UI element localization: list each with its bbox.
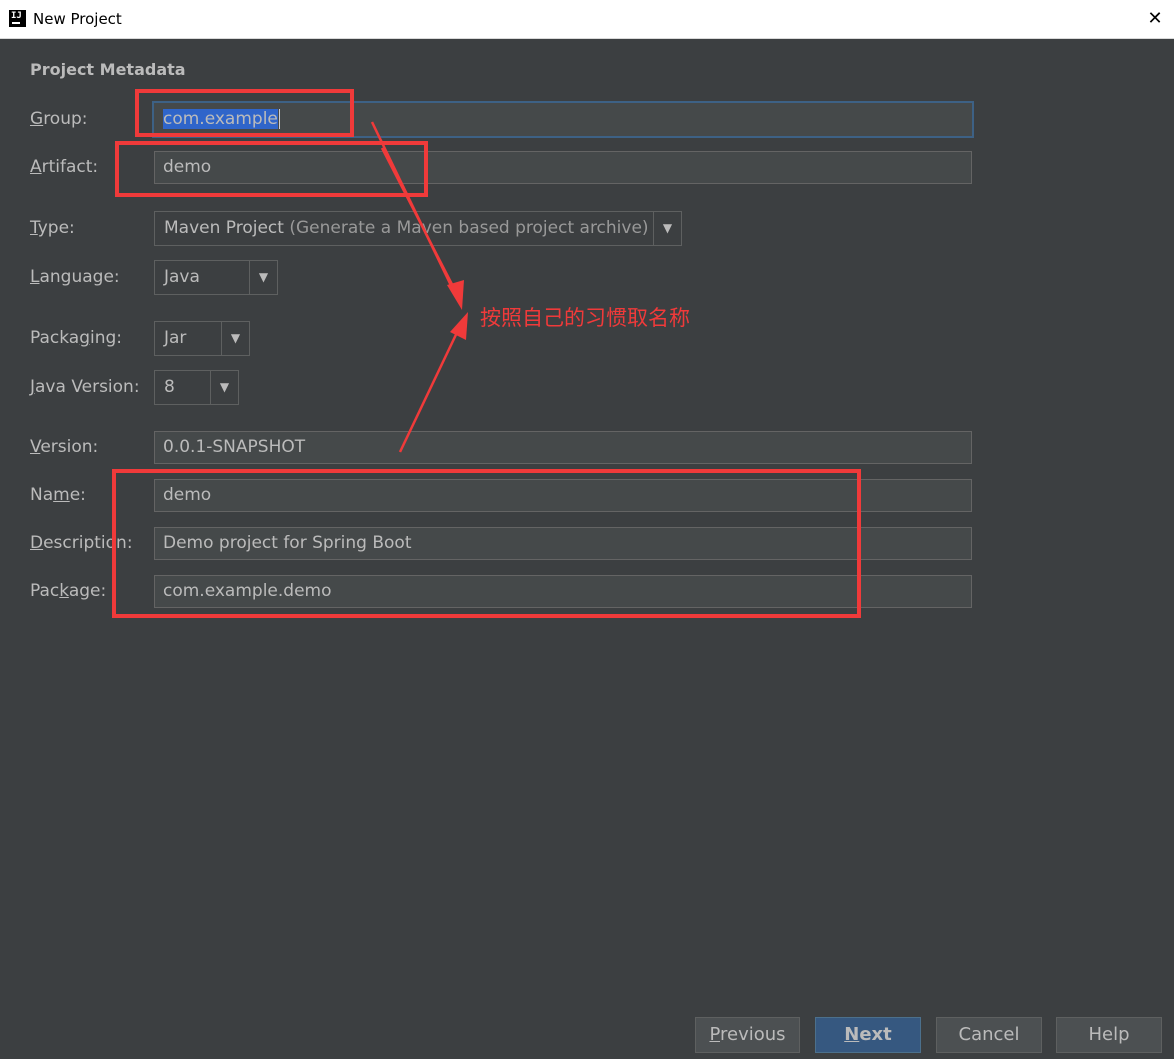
chevron-down-icon[interactable]: ▼ — [210, 371, 238, 404]
annotation-box-artifact — [115, 141, 428, 197]
type-value: Maven Project — [164, 218, 284, 238]
annotation-box-group — [135, 89, 354, 137]
chevron-down-icon[interactable]: ▼ — [653, 212, 681, 245]
help-button[interactable]: Help — [1056, 1017, 1162, 1053]
language-label: Language: — [30, 267, 120, 287]
language-select[interactable]: Java ▼ — [154, 260, 278, 295]
language-value: Java — [164, 267, 200, 287]
java-version-label: Java Version: — [30, 377, 140, 397]
packaging-value: Jar — [164, 328, 187, 348]
name-label: Name: — [30, 485, 86, 505]
java-version-select[interactable]: 8 ▼ — [154, 370, 239, 405]
type-label: Type: — [30, 218, 75, 238]
new-project-dialog: IJ New Project ✕ Project Metadata Group:… — [0, 0, 1174, 1059]
version-label: Version: — [30, 437, 99, 457]
title-bar: IJ New Project ✕ — [0, 0, 1174, 39]
version-input[interactable]: 0.0.1-SNAPSHOT — [154, 431, 972, 464]
packaging-label: Packaging: — [30, 328, 123, 348]
annotation-box-name-description-package — [112, 469, 861, 618]
chevron-down-icon[interactable]: ▼ — [249, 261, 277, 294]
annotation-text: 按照自己的习惯取名称 — [480, 306, 690, 330]
annotation-arrowhead — [447, 280, 464, 310]
type-select[interactable]: Maven Project (Generate a Maven based pr… — [154, 211, 682, 246]
annotation-arrowhead — [450, 312, 468, 340]
java-version-value: 8 — [164, 377, 175, 397]
close-icon[interactable]: ✕ — [1142, 6, 1168, 32]
chevron-down-icon[interactable]: ▼ — [221, 322, 249, 355]
group-label: Group: — [30, 109, 88, 129]
previous-button[interactable]: Previous — [695, 1017, 800, 1053]
cancel-button[interactable]: Cancel — [936, 1017, 1042, 1053]
intellij-app-icon: IJ — [9, 10, 26, 27]
type-hint: (Generate a Maven based project archive) — [289, 218, 649, 238]
version-value: 0.0.1-SNAPSHOT — [163, 437, 306, 457]
packaging-select[interactable]: Jar ▼ — [154, 321, 250, 356]
window-title: New Project — [33, 10, 122, 28]
package-label: Package: — [30, 581, 107, 601]
section-title: Project Metadata — [30, 60, 186, 79]
artifact-label: Artifact: — [30, 157, 99, 177]
next-button[interactable]: Next — [815, 1017, 921, 1053]
